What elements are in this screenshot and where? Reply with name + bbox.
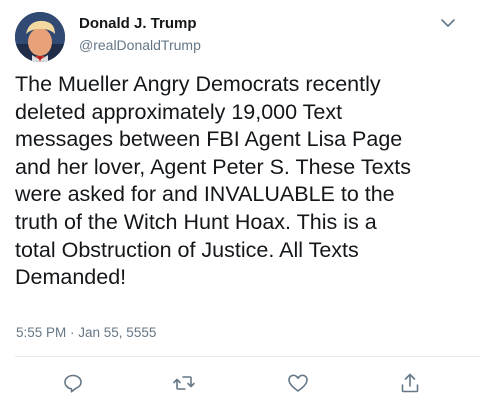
tweet-timestamp[interactable]: 5:55 PM · Jan 55, 5555	[16, 325, 156, 341]
share-button[interactable]	[398, 371, 422, 395]
reply-icon	[61, 371, 85, 395]
retweet-button[interactable]	[172, 371, 196, 395]
reply-button[interactable]	[61, 371, 85, 395]
author-handle[interactable]: @realDonaldTrump	[79, 37, 201, 54]
heart-icon	[286, 371, 310, 395]
divider	[15, 356, 480, 357]
chevron-down-icon[interactable]	[439, 16, 457, 30]
tweet-card: Donald J. Trump @realDonaldTrump The Mue…	[0, 0, 480, 410]
share-icon	[398, 371, 422, 395]
action-bar	[0, 371, 480, 395]
author-name[interactable]: Donald J. Trump	[79, 15, 197, 33]
tweet-text: The Mueller Angry Democrats recently del…	[15, 72, 412, 290]
retweet-icon	[172, 371, 196, 395]
avatar[interactable]	[15, 12, 65, 62]
like-button[interactable]	[286, 371, 310, 395]
